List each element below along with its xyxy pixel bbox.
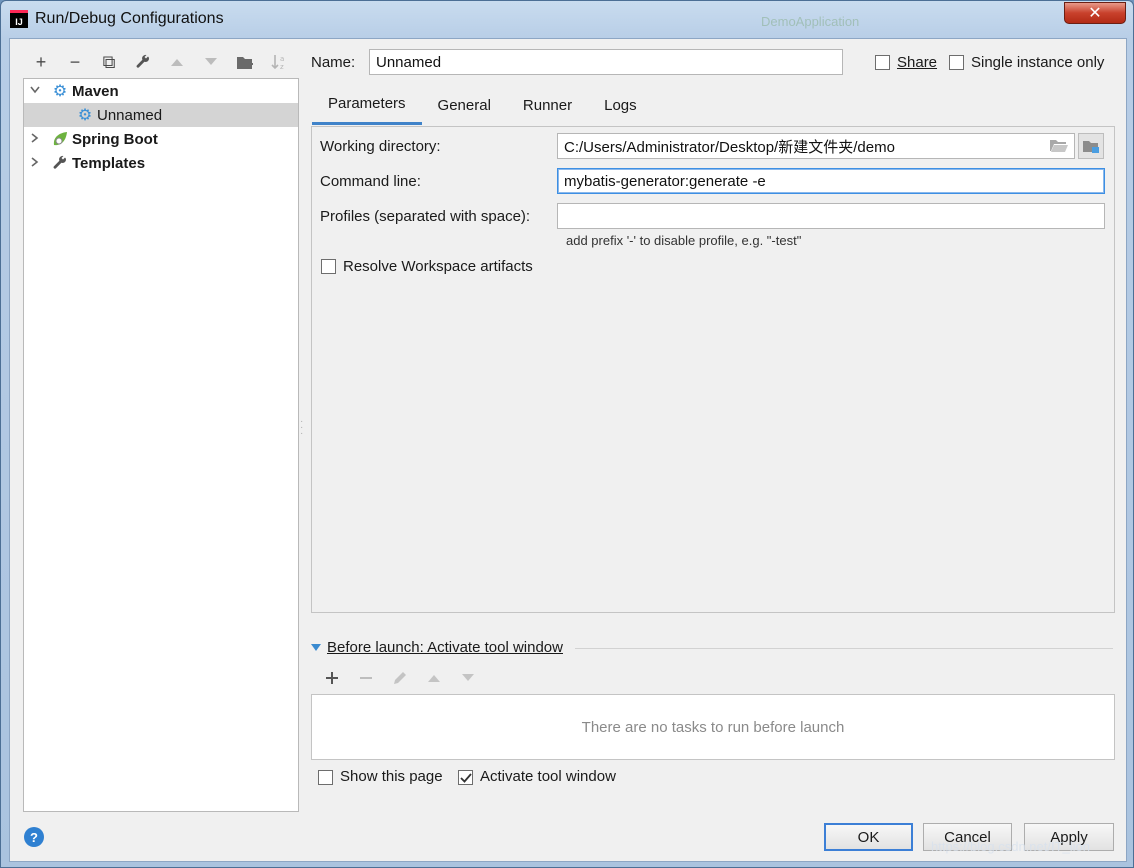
add-task-icon[interactable] (315, 666, 349, 690)
svg-text:a: a (280, 55, 284, 63)
watermark: https://blog.csdn.net/IT_lion (931, 839, 1090, 854)
edit-task-icon[interactable] (383, 666, 417, 690)
sort-icon[interactable]: az (262, 49, 296, 75)
tree-item-label: Templates (72, 154, 146, 172)
minus-icon[interactable]: − (58, 49, 92, 75)
resolve-workspace-checkbox[interactable] (321, 259, 336, 274)
background-run-config: DemoApplication (761, 9, 859, 33)
before-launch-task-list[interactable]: There are no tasks to run before launch (311, 694, 1115, 760)
collapse-triangle-icon[interactable] (311, 643, 321, 652)
tree-item-label: Spring Boot (72, 130, 158, 148)
svg-text:z: z (280, 63, 284, 71)
remove-task-icon[interactable] (349, 666, 383, 690)
macro-folder-button[interactable] (1078, 133, 1104, 159)
tree-item-unnamed[interactable]: ⚙ Unnamed (24, 103, 298, 127)
tree-item-label: Unnamed (97, 106, 163, 124)
tree-item-templates[interactable]: Templates (24, 151, 298, 175)
help-icon[interactable]: ? (24, 827, 44, 847)
plus-icon[interactable]: + (24, 49, 58, 75)
parameters-panel: Working directory: Command line: Profile… (311, 126, 1115, 613)
dialog-body: + − ⧉ az ⚙ Maven ⚙ Unnamed Spring Boot T… (9, 38, 1127, 862)
chevron-right-icon[interactable] (29, 132, 41, 146)
tree-item-label: Maven (72, 82, 119, 100)
tree-item-maven[interactable]: ⚙ Maven (24, 79, 298, 103)
arrow-up-icon[interactable] (160, 49, 194, 75)
ok-button[interactable]: OK (824, 823, 913, 851)
single-instance-checkbox[interactable] (949, 55, 964, 70)
spring-leaf-icon (51, 130, 69, 148)
checkmark-icon (459, 772, 472, 783)
tree-item-spring-boot[interactable]: Spring Boot (24, 127, 298, 151)
separator (575, 648, 1113, 649)
window-title: Run/Debug Configurations (35, 10, 224, 27)
empty-tasks-text: There are no tasks to run before launch (581, 718, 845, 736)
dialog-window: IJ Run/Debug Configurations DemoApplicat… (0, 0, 1134, 868)
before-launch-header[interactable]: Before launch: Activate tool window (311, 639, 563, 656)
gear-icon: ⚙ (52, 83, 68, 100)
tab-runner[interactable]: Runner (507, 85, 588, 125)
background-hint: DemoApplication (761, 13, 860, 29)
profiles-label: Profiles (separated with space): (320, 208, 531, 225)
tab-logs[interactable]: Logs (588, 85, 653, 125)
tab-parameters[interactable]: Parameters (312, 85, 422, 125)
config-toolbar: + − ⧉ az (24, 49, 296, 75)
close-button[interactable]: ✕ (1064, 2, 1126, 24)
activate-tool-window-label: Activate tool window (480, 768, 616, 785)
command-line-label: Command line: (320, 173, 421, 190)
chevron-down-icon[interactable] (29, 85, 41, 97)
title-bar[interactable]: IJ Run/Debug Configurations DemoApplicat… (1, 1, 1133, 39)
share-checkbox[interactable] (875, 55, 890, 70)
profiles-hint: add prefix '-' to disable profile, e.g. … (566, 233, 802, 248)
new-folder-icon[interactable] (228, 49, 262, 75)
config-tabs: Parameters General Runner Logs (312, 85, 653, 125)
wrench-icon (51, 154, 69, 172)
activate-tool-window-checkbox[interactable] (458, 770, 473, 785)
move-task-down-icon[interactable] (451, 666, 485, 690)
config-tree[interactable]: ⚙ Maven ⚙ Unnamed Spring Boot Templates (23, 78, 299, 812)
name-label: Name: (311, 54, 355, 71)
working-directory-input[interactable] (557, 133, 1075, 159)
before-launch-toolbar (315, 666, 485, 690)
profiles-input[interactable] (557, 203, 1105, 229)
share-label: Share (897, 54, 938, 71)
chevron-right-icon[interactable] (29, 156, 41, 170)
single-instance-label: Single instance only (971, 54, 1105, 71)
wrench-icon[interactable] (126, 49, 160, 75)
open-folder-icon[interactable] (1049, 137, 1069, 157)
show-this-page-label: Show this page (340, 768, 443, 785)
gear-icon: ⚙ (77, 107, 93, 124)
move-task-up-icon[interactable] (417, 666, 451, 690)
name-input[interactable] (369, 49, 843, 75)
copy-icon[interactable]: ⧉ (92, 49, 126, 75)
working-directory-label: Working directory: (320, 138, 441, 155)
show-this-page-checkbox[interactable] (318, 770, 333, 785)
before-launch-title: Before launch: Activate tool window (327, 639, 563, 656)
resolve-workspace-label: Resolve Workspace artifacts (343, 258, 533, 275)
tab-general[interactable]: General (422, 85, 507, 125)
name-label-text: Name: (311, 54, 356, 71)
command-line-input[interactable] (557, 168, 1105, 194)
intellij-app-icon: IJ (10, 10, 28, 28)
arrow-down-icon[interactable] (194, 49, 228, 75)
splitter-handle[interactable]: · · · (300, 417, 303, 439)
